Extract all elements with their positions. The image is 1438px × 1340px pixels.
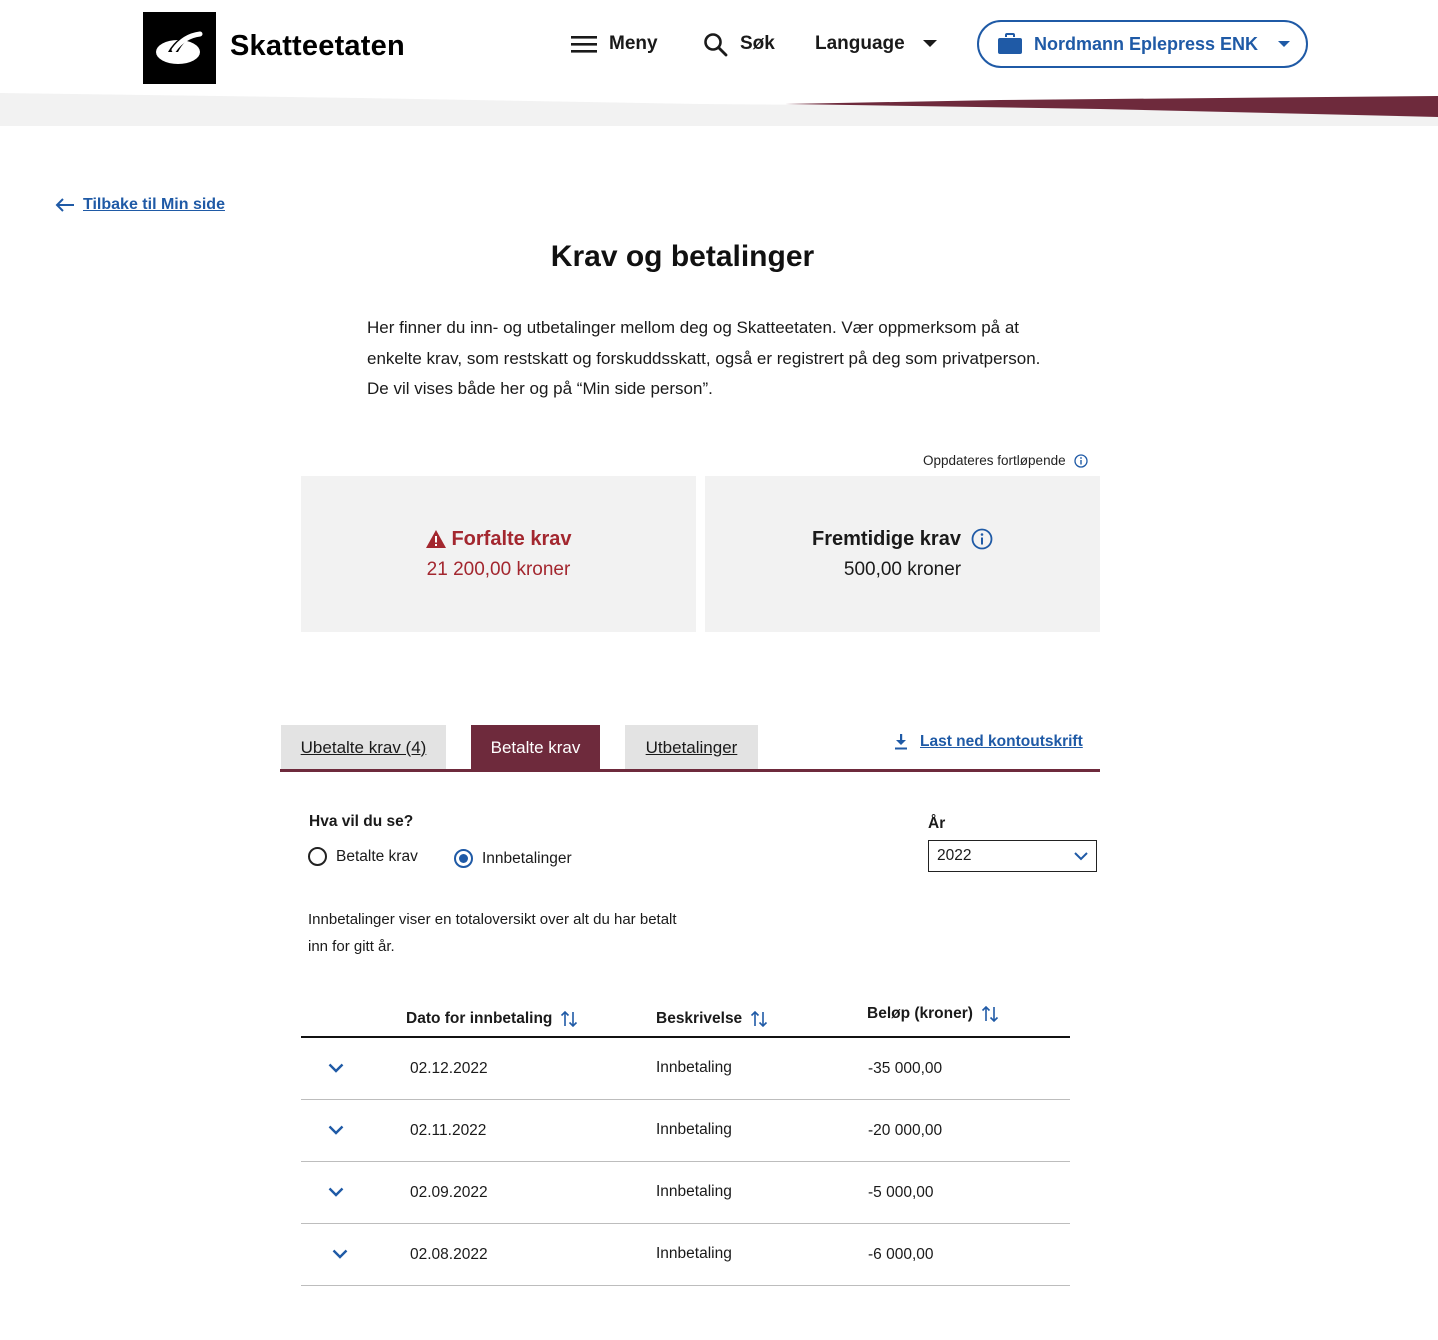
sort-arrows-icon (981, 1005, 999, 1023)
sort-arrows-icon (751, 1010, 768, 1028)
row-amount: -35 000,00 (868, 1060, 943, 1077)
tab-payouts[interactable]: Utbetalinger (625, 725, 758, 770)
row-description: Innbetaling (656, 1183, 732, 1200)
column-header-description-label: Beskrivelse (656, 1010, 743, 1027)
column-header-description[interactable]: Beskrivelse (656, 1010, 768, 1028)
page-title: Krav og betalinger (550, 240, 815, 273)
caret-down-icon (922, 40, 937, 47)
column-header-amount[interactable]: Beløp (kroner) (867, 1005, 999, 1023)
warning-triangle-icon (426, 530, 447, 548)
row-description: Innbetaling (656, 1245, 732, 1262)
download-statement-link[interactable]: Last ned kontoutskrift (894, 733, 1083, 751)
download-statement-label: Last ned kontoutskrift (920, 733, 1083, 750)
hamburger-icon (571, 36, 597, 53)
year-select-value: 2022 (937, 847, 972, 864)
search-button[interactable]: Søk (703, 30, 775, 58)
chevron-down-icon[interactable] (332, 1249, 348, 1259)
intro-text: Her finner du inn- og utbetalinger mello… (367, 318, 1041, 398)
radio-paid-claims-label: Betalte krav (336, 847, 418, 865)
filter-question: Hva vil du se? (309, 813, 414, 830)
payments-info-text: Innbetalinger viser en totaloversikt ove… (308, 911, 677, 955)
overdue-claims-amount: 21 200,00 kroner (426, 558, 571, 580)
table-row: 02.09.2022 Innbetaling -5 000,00 (301, 1162, 1070, 1224)
update-note-label: Oppdateres fortløpende (923, 453, 1066, 468)
future-claims-title: Fremtidige krav (812, 528, 993, 551)
radio-selected-icon[interactable] (454, 849, 473, 868)
organization-switcher-button[interactable]: Nordmann Eplepress ENK (977, 20, 1308, 68)
menu-label: Meny (609, 33, 658, 54)
back-link-label: Tilbake til Min side (83, 196, 225, 213)
year-label: År (928, 815, 946, 832)
chevron-down-icon[interactable] (328, 1125, 344, 1135)
site-header: Skatteetaten Meny Søk Language Nordmann … (0, 0, 1438, 126)
tab-underline (280, 769, 1100, 772)
row-date: 02.08.2022 (410, 1246, 488, 1263)
chevron-down-icon[interactable] (328, 1187, 344, 1197)
sort-arrows-icon (561, 1010, 578, 1028)
table-row: 02.08.2022 Innbetaling -6 000,00 (301, 1224, 1070, 1286)
row-description: Innbetaling (656, 1059, 732, 1076)
future-claims-label: Fremtidige krav (812, 527, 961, 550)
table-row: 02.12.2022 Innbetaling -35 000,00 (301, 1038, 1070, 1100)
arrow-left-icon (55, 198, 74, 212)
info-circle-icon[interactable] (1073, 453, 1088, 468)
chevron-down-icon[interactable] (328, 1063, 344, 1073)
future-claims-card: Fremtidige krav 500,00 kroner (705, 476, 1100, 632)
column-header-amount-label: Beløp (kroner) (867, 1005, 973, 1022)
download-icon (895, 734, 907, 750)
column-header-date-label: Dato for innbetaling (406, 1010, 553, 1027)
tab-paid-claims[interactable]: Betalte krav (471, 725, 600, 770)
radio-payments[interactable]: Innbetalinger (454, 849, 572, 868)
future-claims-amount: 500,00 kroner (843, 558, 962, 580)
year-select[interactable]: 2022 (928, 840, 1097, 872)
column-header-date[interactable]: Dato for innbetaling (406, 1010, 578, 1028)
row-amount: -5 000,00 (868, 1184, 934, 1201)
radio-payments-label: Innbetalinger (482, 849, 572, 867)
search-icon (704, 32, 728, 56)
radio-paid-claims[interactable]: Betalte krav (308, 847, 418, 866)
update-note: Oppdateres fortløpende (923, 453, 1088, 468)
info-circle-icon[interactable] (971, 528, 993, 550)
tab-unpaid-claims[interactable]: Ubetalte krav (4) (281, 725, 446, 770)
menu-button[interactable]: Meny (571, 30, 658, 58)
chevron-down-icon (1074, 851, 1088, 860)
organization-name: Nordmann Eplepress ENK (1034, 33, 1259, 54)
language-label: Language (815, 33, 905, 54)
radio-unselected-icon[interactable] (308, 847, 327, 866)
row-amount: -6 000,00 (868, 1246, 934, 1263)
row-date: 02.12.2022 (410, 1060, 488, 1077)
skatteetaten-logo-icon (155, 31, 202, 64)
search-label: Søk (740, 33, 775, 54)
row-description: Innbetaling (656, 1121, 732, 1138)
language-selector[interactable]: Language (815, 30, 937, 58)
row-date: 02.11.2022 (410, 1122, 487, 1139)
back-to-my-page-link[interactable]: Tilbake til Min side (55, 196, 225, 214)
logo[interactable] (143, 12, 216, 84)
overdue-claims-card: Forfalte krav 21 200,00 kroner (301, 476, 696, 632)
overdue-claims-label: Forfalte krav (451, 527, 572, 550)
table-row: 02.11.2022 Innbetaling -20 000,00 (301, 1100, 1070, 1162)
row-date: 02.09.2022 (410, 1184, 488, 1201)
caret-down-icon (1278, 40, 1291, 47)
row-amount: -20 000,00 (868, 1122, 943, 1139)
logo-text[interactable]: Skatteetaten (230, 30, 405, 63)
briefcase-icon (998, 33, 1022, 54)
overdue-claims-title: Forfalte krav (425, 527, 572, 551)
